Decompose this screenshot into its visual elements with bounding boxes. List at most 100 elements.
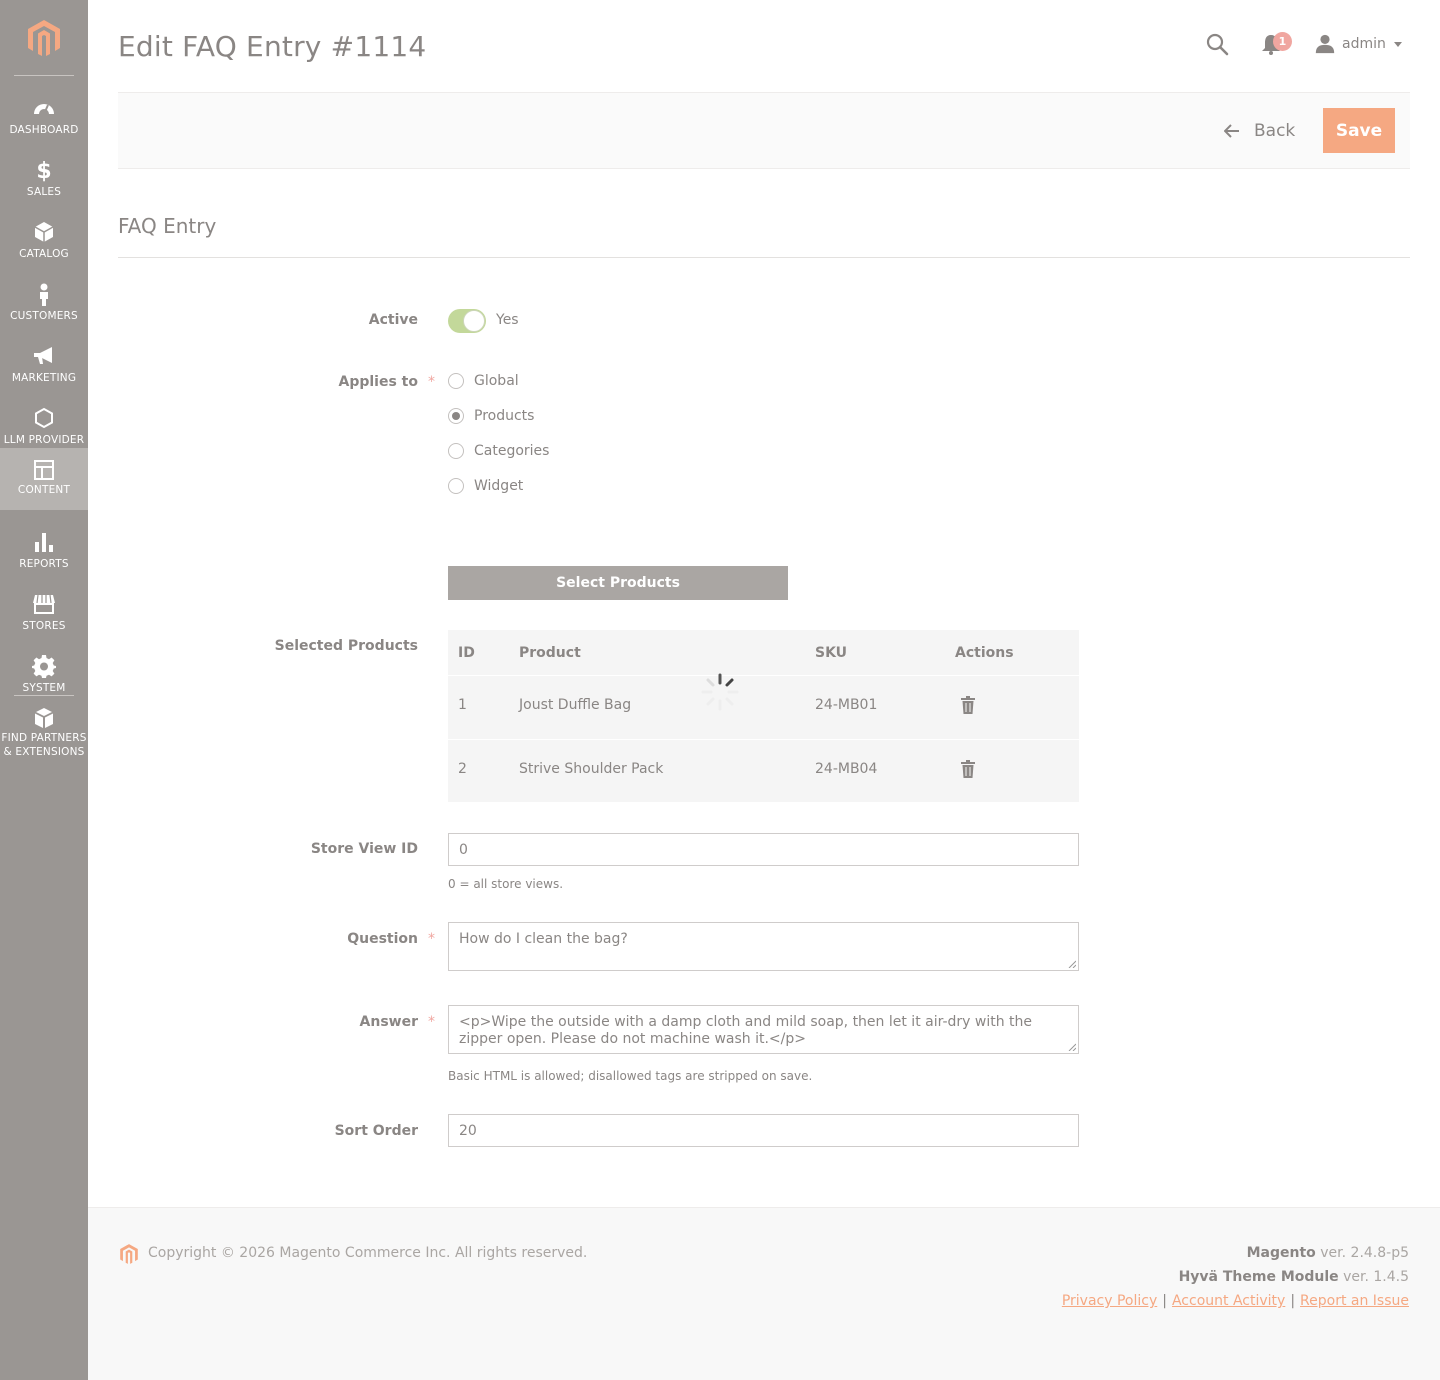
sidebar-item-label: SYSTEM bbox=[22, 682, 66, 694]
cell-sku: 24-MB04 bbox=[815, 761, 878, 777]
section-divider bbox=[118, 257, 1410, 258]
radio-button[interactable] bbox=[448, 478, 464, 494]
section-title: FAQ Entry bbox=[118, 214, 217, 238]
magento-version: ver. 2.4.8-p5 bbox=[1315, 1245, 1409, 1261]
active-toggle[interactable] bbox=[448, 309, 486, 333]
sidebar-item-label: REPORTS bbox=[19, 558, 69, 570]
magento-name: Magento bbox=[1246, 1245, 1316, 1261]
question-textarea[interactable]: How do I clean the bag? bbox=[448, 922, 1079, 971]
dashboard-icon bbox=[34, 104, 54, 115]
sidebar-item-label: LLM PROVIDER bbox=[3, 434, 85, 446]
cell-sku: 24-MB01 bbox=[815, 697, 878, 713]
store-view-id-note: 0 = all store views. bbox=[448, 877, 564, 891]
row-divider bbox=[448, 675, 1079, 676]
radio-button[interactable] bbox=[448, 408, 464, 424]
question-label: Question bbox=[347, 931, 418, 947]
sidebar-divider bbox=[14, 695, 74, 696]
required-asterisk: * bbox=[428, 931, 435, 947]
layout-icon bbox=[34, 460, 54, 480]
required-asterisk: * bbox=[428, 374, 435, 390]
sidebar-item-find-partners[interactable]: FIND PARTNERS & EXTENSIONS bbox=[0, 706, 88, 766]
row-divider bbox=[448, 739, 1079, 740]
store-view-id-input[interactable]: 0 bbox=[448, 833, 1079, 866]
sidebar-item-marketing[interactable]: MARKETING bbox=[0, 334, 88, 396]
search-icon[interactable] bbox=[1205, 32, 1229, 56]
sidebar-item-sales[interactable]: $ SALES bbox=[0, 148, 88, 210]
account-activity-link[interactable]: Account Activity bbox=[1172, 1293, 1285, 1309]
required-asterisk: * bbox=[428, 1014, 435, 1030]
user-icon bbox=[1315, 34, 1335, 54]
sidebar-item-reports[interactable]: REPORTS bbox=[0, 520, 88, 582]
cell-product: Strive Shoulder Pack bbox=[519, 761, 664, 777]
sort-order-input[interactable]: 20 bbox=[448, 1114, 1079, 1147]
sidebar-item-label: SALES bbox=[26, 186, 62, 198]
user-menu[interactable]: admin bbox=[1314, 32, 1402, 56]
answer-text: <p>Wipe the outside with a damp cloth an… bbox=[459, 1014, 1033, 1047]
footer-copyright: Copyright © 2026 Magento Commerce Inc. A… bbox=[148, 1245, 588, 1261]
sidebar-item-label: CONTENT bbox=[17, 484, 71, 496]
user-name: admin bbox=[1342, 36, 1386, 52]
answer-textarea[interactable]: <p>Wipe the outside with a damp cloth an… bbox=[448, 1005, 1079, 1054]
hyva-version: ver. 1.4.5 bbox=[1338, 1269, 1409, 1285]
page-title: Edit FAQ Entry #1114 bbox=[118, 30, 427, 63]
back-button[interactable]: Back bbox=[1224, 118, 1295, 144]
magento-logo-icon bbox=[120, 1244, 138, 1264]
chevron-down-icon bbox=[1393, 41, 1402, 47]
radio-option-widget[interactable]: Widget bbox=[448, 477, 523, 495]
sidebar-item-label: CATALOG bbox=[19, 248, 69, 260]
hyva-name: Hyvä Theme Module bbox=[1178, 1269, 1339, 1285]
sidebar-item-customers[interactable]: CUSTOMERS bbox=[0, 272, 88, 334]
radio-button[interactable] bbox=[448, 443, 464, 459]
notification-badge[interactable]: 1 bbox=[1273, 32, 1292, 51]
arrow-left-icon bbox=[1224, 124, 1239, 138]
sidebar-item-content[interactable]: CONTENT bbox=[0, 448, 88, 510]
radio-option-categories[interactable]: Categories bbox=[448, 442, 549, 460]
cell-id: 2 bbox=[458, 761, 467, 777]
cell-product: Joust Duffle Bag bbox=[519, 697, 632, 713]
loading-spinner-icon bbox=[701, 673, 739, 711]
footer-hyva-version: Hyvä Theme Module ver. 1.4.5 bbox=[1179, 1269, 1409, 1285]
sidebar-item-label: FIND PARTNERS bbox=[1, 732, 87, 744]
store-icon bbox=[33, 594, 55, 614]
sidebar-item-label: CUSTOMERS bbox=[10, 310, 78, 322]
save-button[interactable]: Save bbox=[1323, 108, 1395, 153]
cubes-icon bbox=[35, 708, 53, 728]
trash-icon[interactable] bbox=[961, 696, 975, 714]
dollar-icon: $ bbox=[36, 159, 51, 182]
sidebar-item-dashboard[interactable]: DASHBOARD bbox=[0, 86, 88, 148]
footer-links: Privacy Policy | Account Activity | Report a… bbox=[1061, 1293, 1409, 1309]
radio-label: Products bbox=[474, 408, 535, 424]
sidebar-item-stores[interactable]: STORES bbox=[0, 582, 88, 644]
column-header-actions: Actions bbox=[955, 645, 1014, 661]
resize-handle-icon[interactable] bbox=[1068, 960, 1076, 968]
selected-products-label: Selected Products bbox=[274, 638, 418, 654]
radio-option-global[interactable]: Global bbox=[448, 372, 519, 390]
sidebar-item-catalog[interactable]: CATALOG bbox=[0, 210, 88, 272]
resize-handle-icon[interactable] bbox=[1068, 1043, 1076, 1051]
magento-logo-icon[interactable] bbox=[24, 18, 64, 58]
megaphone-icon bbox=[34, 347, 52, 364]
page-actions-bar bbox=[118, 92, 1410, 169]
svg-text:$: $ bbox=[36, 159, 51, 182]
radio-option-products[interactable]: Products bbox=[448, 407, 534, 425]
footer-magento-version: Magento ver. 2.4.8-p5 bbox=[1247, 1245, 1409, 1261]
selected-products-table: ID Product SKU Actions 1 Joust Duffle Ba… bbox=[448, 630, 1079, 802]
admin-sidebar: DASHBOARD $ SALES CATALOG CUSTOMERS MARK… bbox=[0, 0, 88, 1380]
radio-label: Global bbox=[474, 373, 519, 389]
report-issue-link[interactable]: Report an Issue bbox=[1300, 1293, 1409, 1309]
sort-order-label: Sort Order bbox=[334, 1123, 418, 1139]
cell-id: 1 bbox=[458, 697, 467, 713]
trash-icon[interactable] bbox=[961, 760, 975, 778]
privacy-policy-link[interactable]: Privacy Policy bbox=[1062, 1293, 1157, 1309]
sidebar-item-system[interactable]: SYSTEM bbox=[0, 644, 88, 706]
hexagon-icon bbox=[35, 407, 53, 429]
select-products-button[interactable]: Select Products bbox=[448, 566, 788, 600]
bar-chart-icon bbox=[35, 533, 53, 552]
box-icon bbox=[34, 222, 54, 242]
radio-button[interactable] bbox=[448, 373, 464, 389]
back-button-label: Back bbox=[1254, 121, 1296, 141]
radio-label: Categories bbox=[474, 443, 550, 459]
store-view-id-label: Store View ID bbox=[310, 841, 418, 857]
sidebar-item-label: STORES bbox=[22, 620, 66, 632]
sidebar-divider bbox=[14, 75, 74, 76]
